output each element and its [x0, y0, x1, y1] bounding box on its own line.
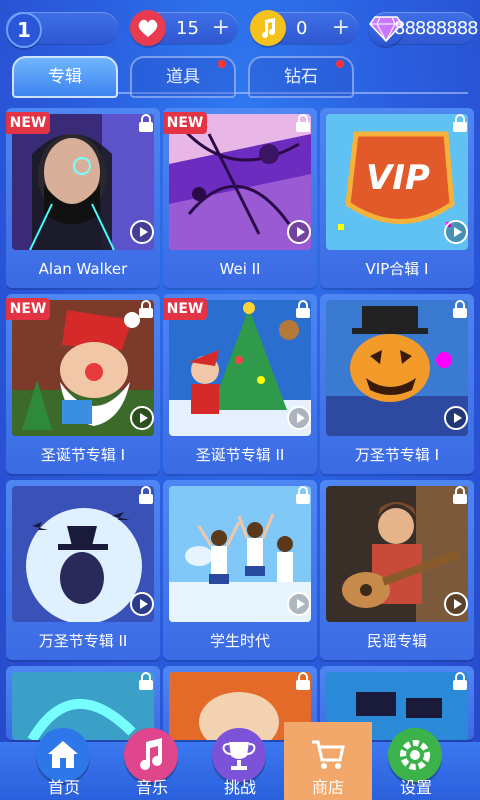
- lock-icon: [296, 672, 310, 690]
- album-card-halloween-i[interactable]: 万圣节专辑 I: [320, 294, 474, 474]
- svg-text:VIP: VIP: [366, 158, 430, 198]
- lock-icon: [453, 300, 467, 318]
- shop-tabs: 专辑 道具 钻石: [12, 56, 468, 98]
- album-card-halloween-ii[interactable]: 万圣节专辑 II: [6, 480, 160, 660]
- nav-music[interactable]: 音乐: [108, 722, 196, 800]
- lock-icon: [296, 486, 310, 504]
- gems-value: 88888888: [394, 18, 479, 39]
- tab-albums[interactable]: 专辑: [12, 56, 118, 98]
- lock-icon: [139, 114, 153, 132]
- lock-icon: [296, 300, 310, 318]
- play-preview-button[interactable]: [130, 220, 154, 244]
- nav-settings-label: 设置: [399, 778, 432, 797]
- level-badge: 1: [6, 12, 42, 48]
- gems-counter[interactable]: 88888888: [369, 12, 479, 44]
- lock-icon: [453, 114, 467, 132]
- album-title: 圣诞节专辑 I: [40, 446, 126, 464]
- tab-diamonds[interactable]: 钻石: [248, 56, 354, 98]
- hearts-counter[interactable]: 15 +: [130, 10, 238, 46]
- play-preview-button[interactable]: [444, 592, 468, 616]
- play-preview-button[interactable]: [444, 220, 468, 244]
- tab-albums-label: 专辑: [48, 67, 82, 87]
- album-title: 学生时代: [209, 632, 270, 650]
- tab-items[interactable]: 道具: [130, 56, 236, 98]
- tab-items-label: 道具: [166, 67, 200, 87]
- album-title: VIP合辑 I: [365, 260, 429, 278]
- lock-icon: [139, 672, 153, 690]
- nav-challenge-label: 挑战: [223, 778, 256, 797]
- notes-value: 0: [296, 18, 308, 39]
- play-preview-button[interactable]: [287, 220, 311, 244]
- tab-diamonds-label: 钻石: [284, 67, 318, 87]
- heart-icon: [130, 10, 166, 46]
- album-card-vip-i[interactable]: VIP VIP合辑 I: [320, 108, 474, 288]
- nav-home-label: 首页: [47, 778, 80, 797]
- hearts-value: 15: [176, 18, 199, 39]
- album-card-wei-ii[interactable]: NEW Wei II: [163, 108, 317, 288]
- top-status-bar: 1 15 + 0 + 88888888: [0, 0, 480, 56]
- bottom-navigation: 首页 音乐 挑战 商店 设置: [0, 722, 480, 800]
- nav-shop[interactable]: 商店: [284, 722, 372, 800]
- album-card-christmas-i[interactable]: NEW 圣诞节专辑 I: [6, 294, 160, 474]
- add-hearts-button[interactable]: +: [212, 15, 230, 40]
- album-card-christmas-ii[interactable]: NEW 圣诞节专辑 II: [163, 294, 317, 474]
- level-value: 1: [17, 18, 31, 42]
- album-title: Alan Walker: [38, 260, 128, 278]
- lock-icon: [453, 486, 467, 504]
- add-notes-button[interactable]: +: [332, 15, 350, 40]
- new-badge: NEW: [6, 298, 50, 320]
- album-card-alan-walker[interactable]: NEW Alan Walker: [6, 108, 160, 288]
- nav-music-label: 音乐: [135, 778, 168, 797]
- lock-icon: [139, 486, 153, 504]
- album-title: 圣诞节专辑 II: [195, 446, 285, 464]
- album-card-student-days[interactable]: 学生时代: [163, 480, 317, 660]
- play-preview-button[interactable]: [130, 592, 154, 616]
- level-indicator[interactable]: 1: [6, 12, 118, 48]
- nav-settings[interactable]: 设置: [372, 722, 460, 800]
- album-title: Wei II: [219, 260, 261, 278]
- album-title: 万圣节专辑 II: [38, 632, 128, 650]
- play-preview-button[interactable]: [287, 592, 311, 616]
- notification-dot: [218, 60, 226, 68]
- notification-dot: [336, 60, 344, 68]
- nav-shop-label: 商店: [311, 778, 344, 797]
- album-title: 万圣节专辑 I: [354, 446, 440, 464]
- new-badge: NEW: [6, 112, 50, 134]
- lock-icon: [296, 114, 310, 132]
- music-note-currency-icon: [250, 10, 286, 46]
- notes-counter[interactable]: 0 +: [250, 10, 358, 46]
- lock-icon: [139, 300, 153, 318]
- new-badge: NEW: [163, 298, 207, 320]
- play-preview-button[interactable]: [287, 406, 311, 430]
- lock-icon: [453, 672, 467, 690]
- new-badge: NEW: [163, 112, 207, 134]
- play-preview-button[interactable]: [130, 406, 154, 430]
- nav-home[interactable]: 首页: [20, 722, 108, 800]
- nav-challenge[interactable]: 挑战: [196, 722, 284, 800]
- album-card-folk[interactable]: 民谣专辑: [320, 480, 474, 660]
- play-preview-button[interactable]: [444, 406, 468, 430]
- album-title: 民谣专辑: [366, 632, 427, 650]
